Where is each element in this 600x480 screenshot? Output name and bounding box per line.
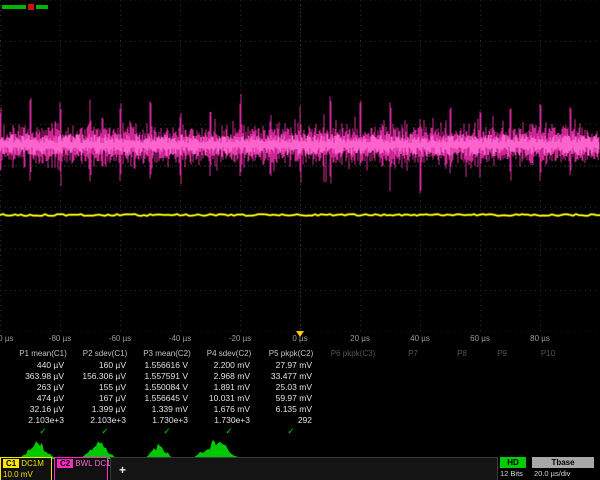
time-tick-label: 40 µs xyxy=(410,334,430,343)
c1-descriptor[interactable]: C1 DC1M 10.0 mV xyxy=(0,457,52,480)
measure-value: 25.03 mV xyxy=(260,382,322,393)
measure-value: 263 µV xyxy=(12,382,74,393)
measure-column-header[interactable]: P1 mean(C1) xyxy=(12,347,74,360)
histicon-strip[interactable] xyxy=(0,433,300,460)
measure-value: 6.135 mV xyxy=(260,404,322,415)
measure-value: 1.891 mV xyxy=(198,382,260,393)
c2-bwl: BWL xyxy=(75,458,92,469)
measure-row: 263 µV155 µV1.550084 V1.891 mV25.03 mV xyxy=(0,382,600,393)
measure-value: 10.031 mV xyxy=(198,393,260,404)
status-indicators xyxy=(2,3,48,10)
timebase-scale: 20.0 µs/div xyxy=(532,469,570,478)
measure-value: 167 µV xyxy=(74,393,136,404)
time-tick-label: -60 µs xyxy=(109,334,131,343)
oscilloscope-screen: -100 µs -80 µs -60 µs -40 µs -20 µs 0 µs 20 µs… xyxy=(0,0,600,480)
measure-value: 1.399 µV xyxy=(74,404,136,415)
measure-value: 1.730e+3 xyxy=(136,415,198,426)
c1-channel-badge: C1 xyxy=(3,459,19,468)
measure-value: 2.200 mV xyxy=(198,360,260,371)
time-tick-label: 0 µs xyxy=(292,334,307,343)
measure-value: 155 µV xyxy=(74,382,136,393)
time-tick-label: -40 µs xyxy=(169,334,191,343)
measure-value: 1.556616 V xyxy=(136,360,198,371)
time-tick-label: 80 µs xyxy=(530,334,550,343)
status-indicator-red xyxy=(28,4,34,10)
measure-value: 32.16 µV xyxy=(12,404,74,415)
measurement-table: P1 mean(C1)P2 sdev(C1)P3 mean(C2)P4 sdev… xyxy=(0,347,600,437)
measure-value: 2.968 mV xyxy=(198,371,260,382)
measure-value: 1.339 mV xyxy=(136,404,198,415)
time-axis: -100 µs -80 µs -60 µs -40 µs -20 µs 0 µs 20 µs… xyxy=(0,331,600,346)
measure-value: 1.557591 V xyxy=(136,371,198,382)
measure-column-header[interactable]: P2 sdev(C1) xyxy=(74,347,136,360)
status-indicator-green-2 xyxy=(36,5,48,9)
time-tick-label: -100 µs xyxy=(0,334,13,343)
measure-row: 363.98 µV156.306 µV1.557591 V2.968 mV33.… xyxy=(0,371,600,382)
measure-value: 156.306 µV xyxy=(74,371,136,382)
c2-descriptor[interactable]: C2 BWL DC1M xyxy=(54,457,108,480)
measure-column-header[interactable]: P3 mean(C2) xyxy=(136,347,198,360)
plus-icon[interactable]: + xyxy=(119,463,126,477)
hd-descriptor[interactable]: HD 12 Bits xyxy=(500,457,530,480)
waveform-display xyxy=(0,0,600,332)
bottom-bar: C1 DC1M 10.0 mV C2 BWL DC1M + HD 12 Bits… xyxy=(0,457,600,480)
measure-value: 1.550084 V xyxy=(136,382,198,393)
measure-row: 440 µV160 µV1.556616 V2.200 mV27.97 mV xyxy=(0,360,600,371)
c1-coupling: DC1M xyxy=(21,458,44,469)
time-tick-label: 20 µs xyxy=(350,334,370,343)
measure-value: 292 xyxy=(260,415,322,426)
measure-value: 440 µV xyxy=(12,360,74,371)
measure-header-row: P1 mean(C1)P2 sdev(C1)P3 mean(C2)P4 sdev… xyxy=(0,347,600,360)
measure-column-header[interactable]: P7 xyxy=(384,347,442,360)
measure-value: 59.97 mV xyxy=(260,393,322,404)
time-tick-label: 60 µs xyxy=(470,334,490,343)
measure-row: 32.16 µV1.399 µV1.339 mV1.676 mV6.135 mV xyxy=(0,404,600,415)
waveform-grid-area xyxy=(0,0,600,332)
measure-value: 363.98 µV xyxy=(12,371,74,382)
measure-column-header[interactable]: P4 sdev(C2) xyxy=(198,347,260,360)
measure-column-header[interactable]: P6 pkpk(C3) xyxy=(322,347,384,360)
c2-channel-badge: C2 xyxy=(57,459,73,468)
timebase-descriptor[interactable]: Tbase 20.0 µs/div xyxy=(532,457,598,480)
measure-value: 1.730e+3 xyxy=(198,415,260,426)
time-tick-label: -20 µs xyxy=(229,334,251,343)
measure-column-header[interactable]: P8 xyxy=(442,347,482,360)
hd-badge: HD xyxy=(500,457,526,468)
measure-value: 2.103e+3 xyxy=(12,415,74,426)
hd-bits: 12 Bits xyxy=(500,469,523,478)
measure-column-header[interactable]: P5 pkpk(C2) xyxy=(260,347,322,360)
status-indicator-green xyxy=(2,5,26,9)
measure-value: 160 µV xyxy=(74,360,136,371)
measure-row: 474 µV167 µV1.556645 V10.031 mV59.97 mV xyxy=(0,393,600,404)
measure-row: 2.103e+32.103e+31.730e+31.730e+3292 xyxy=(0,415,600,426)
measure-column-header[interactable]: P9 xyxy=(482,347,522,360)
c1-scale: 10.0 mV xyxy=(1,469,51,480)
measure-value: 474 µV xyxy=(12,393,74,404)
time-tick-label: -80 µs xyxy=(49,334,71,343)
measure-column-header[interactable]: P10 xyxy=(522,347,574,360)
add-trace-panel[interactable]: + xyxy=(110,457,498,480)
measure-value: 27.97 mV xyxy=(260,360,322,371)
measure-value: 1.676 mV xyxy=(198,404,260,415)
measure-value: 33.477 mV xyxy=(260,371,322,382)
measure-value: 1.556645 V xyxy=(136,393,198,404)
measure-value: 2.103e+3 xyxy=(74,415,136,426)
timebase-label: Tbase xyxy=(532,457,594,468)
